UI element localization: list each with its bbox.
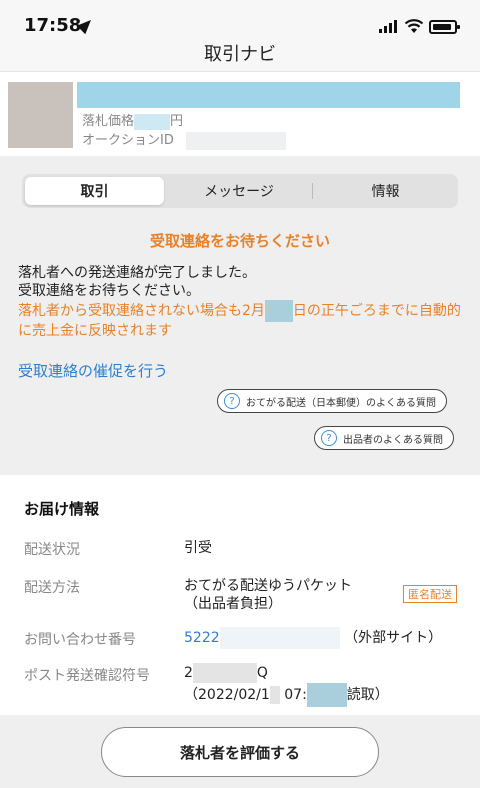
method-label: 配送方法	[24, 580, 80, 596]
tracking-redacted	[219, 627, 340, 649]
tab-info[interactable]: 情報	[313, 177, 458, 205]
post-code-value: 2Q （2022/02/1 07: 読取）	[184, 663, 389, 707]
page-title: 取引ナビ	[204, 44, 276, 65]
cellular-signal-icon	[379, 20, 397, 33]
tab-transaction[interactable]: 取引	[25, 177, 164, 205]
notice-line2: 受取連絡をお待ちください。	[18, 283, 200, 299]
notice-auto-part1: 落札者から受取連絡されない場合も2月	[18, 303, 265, 319]
auction-id-label: オークションID	[82, 133, 174, 148]
question-icon: ?	[321, 430, 337, 446]
tracking-label: お問い合わせ番号	[24, 632, 136, 648]
faq-otegaru-label: おてがる配送（日本郵便）のよくある質問	[246, 397, 436, 409]
post-code-suffix: Q	[256, 665, 268, 681]
post-code-prefix: 2	[184, 665, 193, 681]
price-redacted	[134, 113, 171, 130]
waiting-heading: 受取連絡をお待ちください	[149, 232, 330, 250]
nav-bar: 取引ナビ	[0, 36, 480, 72]
auction-id-row: オークションID	[82, 129, 286, 150]
day-redacted	[264, 300, 293, 322]
method-value-line1: おてがる配送ゆうパケット	[184, 578, 352, 594]
delivery-info: お届け情報 配送状況 引受 配送方法 おてがる配送ゆうパケット （出品者負担） …	[0, 475, 480, 715]
faq-seller-label: 出品者のよくある質問	[343, 434, 443, 446]
faq-seller-button[interactable]: ? 出品者のよくある質問	[314, 426, 454, 450]
item-thumbnail[interactable]	[8, 82, 73, 148]
notice-auto-payment: 落札者から受取連絡されない場合も2月 日の正午ごろまでに自動的に売上金に反映されま…	[18, 300, 468, 340]
tab-bar: 取引 メッセージ 情報	[22, 174, 458, 208]
external-site-label: （外部サイト）	[344, 630, 443, 646]
battery-icon	[429, 20, 460, 34]
bottom-action-bar: 落札者を評価する	[0, 715, 480, 788]
method-value-line2: （出品者負担）	[184, 596, 282, 612]
rate-winner-button[interactable]: 落札者を評価する	[101, 727, 379, 777]
post-code-label: ポスト発送確認符号	[24, 668, 150, 684]
post-time-part3: 読取）	[346, 687, 389, 703]
post-time-part2: 07:	[284, 687, 307, 703]
post-time-part1: （2022/02/1	[184, 687, 270, 703]
tracking-number-link[interactable]: 5222	[184, 627, 340, 649]
status-label: 配送状況	[24, 542, 80, 558]
tracking-value: 5222 （外部サイト）	[184, 627, 442, 649]
transaction-panel: 取引 メッセージ 情報 受取連絡をお待ちください 落札者への発送連絡が完了しまし…	[0, 156, 480, 475]
item-title-redacted	[77, 82, 460, 108]
tracking-prefix: 5222	[184, 630, 220, 646]
method-value: おてがる配送ゆうパケット （出品者負担）	[184, 577, 352, 613]
post-time-redacted-b	[306, 683, 347, 707]
faq-otegaru-button[interactable]: ? おてがる配送（日本郵便）のよくある質問	[217, 389, 447, 413]
tab-messages[interactable]: メッセージ	[166, 177, 312, 205]
anonymous-delivery-badge: 匿名配送	[403, 585, 457, 603]
post-time-redacted-a	[269, 686, 280, 704]
delivery-title: お届け情報	[24, 500, 100, 518]
price-suffix: 円	[170, 114, 184, 129]
item-card[interactable]: 落札価格 円 オークションID	[0, 72, 480, 156]
status-value: 引受	[184, 540, 212, 556]
question-icon: ?	[224, 393, 240, 409]
status-time: 17:58	[24, 15, 82, 36]
post-code-line: 2Q	[184, 663, 389, 683]
post-time-line: （2022/02/1 07: 読取）	[184, 683, 389, 707]
notice-line1: 落札者への発送連絡が完了しました。	[18, 265, 256, 281]
auction-id-redacted	[186, 131, 286, 150]
notice-message: 落札者への発送連絡が完了しました。 受取連絡をお待ちください。 落札者から受取連…	[18, 264, 468, 340]
price-row: 落札価格 円	[82, 110, 183, 130]
remind-receipt-link[interactable]: 受取連絡の催促を行う	[18, 360, 168, 381]
price-label: 落札価格	[82, 114, 135, 129]
wifi-icon	[404, 19, 424, 33]
status-bar: 17:58	[0, 0, 480, 36]
post-code-redacted	[192, 663, 257, 683]
